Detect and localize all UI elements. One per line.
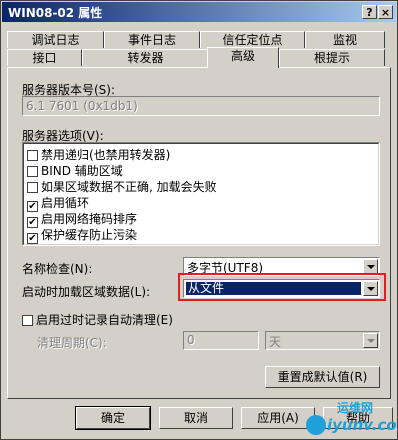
scavenging-option[interactable]: 启用过时记录自动清理(E): [22, 311, 173, 328]
watermark-top-text: 运维网: [337, 401, 374, 415]
option-checkbox[interactable]: [27, 182, 38, 193]
highlight-annotation: [178, 273, 386, 301]
option-bind-secondaries[interactable]: BIND 辅助区域: [27, 162, 123, 178]
close-button[interactable]: ×: [378, 5, 393, 19]
tab-trust-anchors[interactable]: 信任定位点: [200, 31, 305, 48]
period-unit-value: 天: [269, 335, 282, 349]
option-checkbox[interactable]: [27, 166, 38, 177]
window-title: WIN08-02 属性: [8, 6, 103, 20]
period-input[interactable]: 0: [183, 331, 259, 350]
properties-dialog: WIN08-02 属性 ? × 调试日志 事件日志 信任定位点 监视 接口 转发…: [0, 0, 398, 440]
server-version-value: 6.1 7601 (0x1db1): [26, 99, 138, 113]
option-secure-cache[interactable]: ✔ 保护缓存防止污染: [27, 226, 137, 244]
name-check-label: 名称检查(N):: [22, 262, 93, 276]
watermark-bottom-text: iyunv.com: [327, 416, 398, 434]
help-title-button[interactable]: ?: [362, 5, 377, 19]
tab-advanced[interactable]: 高级: [207, 47, 279, 68]
period-value: 0: [187, 333, 195, 347]
scavenging-checkbox[interactable]: [22, 315, 33, 326]
tab-forwarders[interactable]: 转发器: [82, 49, 209, 66]
chevron-down-icon[interactable]: [363, 333, 378, 348]
reset-defaults-button[interactable]: 重置成默认值(R): [265, 366, 380, 388]
option-checkbox[interactable]: [27, 150, 38, 161]
ok-button[interactable]: 确定: [75, 406, 151, 430]
check-icon[interactable]: ✔: [27, 233, 38, 244]
tab-root-hints[interactable]: 根提示: [279, 49, 385, 66]
title-bar: WIN08-02 属性 ? ×: [2, 2, 396, 22]
server-options-list[interactable]: 禁用递归(也禁用转发器) BIND 辅助区域 如果区域数据不正确, 加载会失败 …: [22, 142, 380, 246]
server-version-field: 6.1 7601 (0x1db1): [22, 96, 380, 116]
chevron-down-icon[interactable]: [363, 259, 378, 274]
cancel-button[interactable]: 取消: [159, 407, 233, 429]
option-fail-on-bad-zone[interactable]: 如果区域数据不正确, 加载会失败: [27, 178, 217, 194]
apply-button[interactable]: 应用(A): [241, 407, 315, 429]
period-unit-select[interactable]: 天: [265, 331, 380, 350]
tab-debug-log[interactable]: 调试日志: [7, 31, 104, 48]
tab-monitoring[interactable]: 监视: [305, 31, 385, 48]
option-round-robin[interactable]: ✔ 启用循环: [27, 194, 89, 212]
period-label: 清理周期(C):: [37, 336, 107, 350]
option-disable-recursion[interactable]: 禁用递归(也禁用转发器): [27, 146, 170, 162]
load-zone-label: 启动时加载区域数据(L):: [22, 285, 151, 299]
tab-event-log[interactable]: 事件日志: [104, 31, 200, 48]
tab-interfaces[interactable]: 接口: [7, 49, 82, 66]
option-netmask-ordering[interactable]: ✔ 启用网络掩码排序: [27, 210, 137, 228]
watermark-logo-icon: [306, 415, 326, 435]
